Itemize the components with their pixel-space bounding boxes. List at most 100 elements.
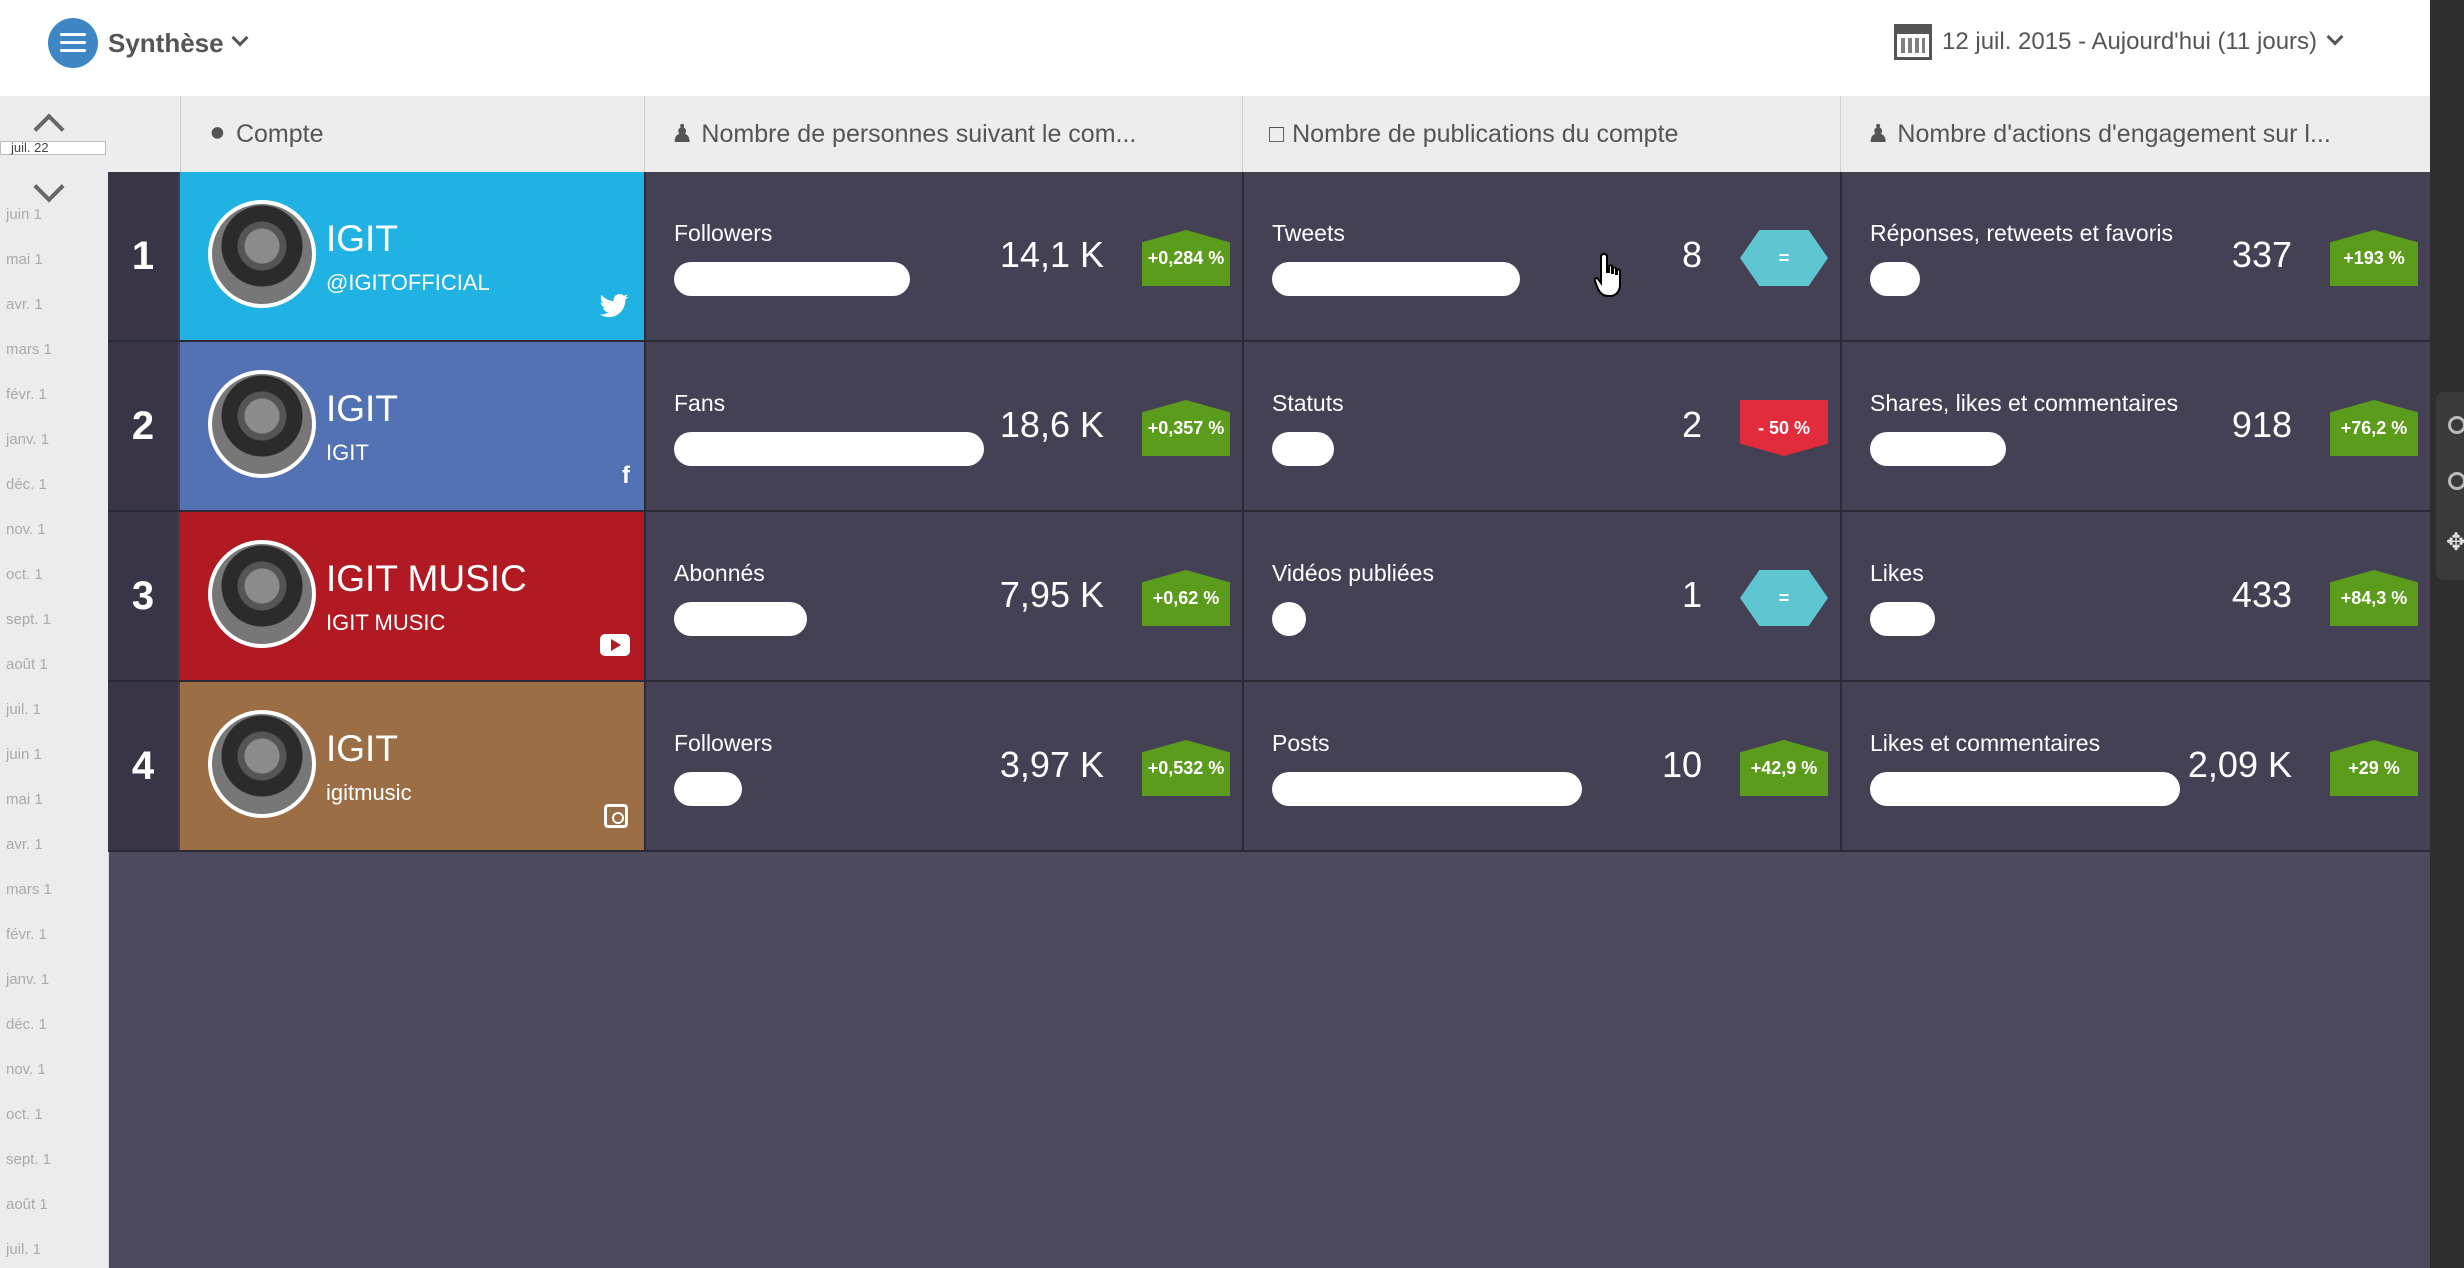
timeline-month-label: oct. 1 — [6, 1106, 43, 1123]
timeline-current-date: juil. 22 — [0, 141, 106, 155]
timeline-month-label: janv. 1 — [6, 431, 50, 448]
zoom-out-icon[interactable] — [2448, 472, 2464, 490]
zoom-in-icon[interactable] — [2448, 416, 2464, 434]
metric-bar — [674, 262, 910, 296]
account-cell[interactable]: IGIT IGIT f — [180, 342, 644, 510]
metric-cell-posts: Posts 10 +42,9 % — [1242, 682, 1840, 850]
right-edge-panel — [2430, 0, 2464, 1268]
account-cell[interactable]: IGIT igitmusic — [180, 682, 644, 850]
metric-cell-followers: Fans 18,6 K +0,357 % — [644, 342, 1242, 510]
change-badge[interactable]: +0,357 % — [1142, 400, 1230, 456]
metric-label: Followers — [674, 220, 773, 246]
hand-cursor-icon — [1594, 252, 1621, 297]
change-badge[interactable]: +193 % — [2330, 230, 2418, 286]
move-icon[interactable]: ✥ — [2446, 528, 2464, 557]
metric-label: Fans — [674, 390, 726, 416]
youtube-icon — [600, 634, 630, 656]
metric-cell-posts: Statuts 2 - 50 % — [1242, 342, 1840, 510]
timeline-down-arrow-icon[interactable] — [33, 171, 65, 203]
metric-label: Réponses, retweets et favoris — [1870, 220, 2173, 246]
account-cell[interactable]: IGIT @IGITOFFICIAL — [180, 172, 644, 340]
table-row[interactable]: 3 IGIT MUSIC IGIT MUSIC Abonnés 7,95 K +0,62 … — [108, 512, 2430, 682]
metric-cell-followers: Followers 3,97 K +0,532 % — [644, 682, 1242, 850]
account-cell[interactable]: IGIT MUSIC IGIT MUSIC — [180, 512, 644, 680]
account-icon: ⚫ — [207, 120, 228, 148]
change-badge[interactable]: +0,284 % — [1142, 230, 1230, 286]
change-badge[interactable]: = — [1740, 230, 1828, 286]
top-bar: Synthèse 12 juil. 2015 - Aujourd'hui (11… — [0, 0, 2430, 96]
account-name: IGIT — [326, 728, 398, 769]
account-name: IGIT — [326, 388, 398, 429]
view-menu-label: Synthèse — [108, 27, 224, 58]
timeline-month-label: avr. 1 — [6, 296, 43, 313]
metric-label: Followers — [674, 730, 773, 756]
metric-label: Likes — [1870, 560, 1924, 586]
metric-value: 337 — [2231, 234, 2292, 275]
comment-icon: □ — [1269, 120, 1285, 148]
timeline-month-label: févr. 1 — [6, 926, 47, 943]
chevron-down-icon — [231, 29, 249, 47]
metric-value: 3,97 K — [999, 744, 1104, 785]
change-badge[interactable]: +76,2 % — [2330, 400, 2418, 456]
timeline-month-label: sept. 1 — [6, 611, 52, 628]
metric-label: Statuts — [1272, 390, 1344, 416]
account-handle: igitmusic — [326, 780, 412, 805]
account-handle: @IGITOFFICIAL — [326, 270, 490, 295]
list-icon — [48, 18, 98, 68]
date-range-picker[interactable]: 12 juil. 2015 - Aujourd'hui (11 jours) — [1894, 24, 2344, 60]
metric-bar — [1272, 432, 1334, 466]
column-header-account[interactable]: ⚫ Compte — [180, 96, 644, 172]
calendar-icon — [1894, 24, 1932, 60]
column-header-engagement[interactable]: ♟ Nombre d'actions d'engagement sur l... — [1840, 96, 2430, 172]
timeline-month-label: mars 1 — [6, 341, 52, 358]
timeline-month-label: déc. 1 — [6, 1016, 47, 1033]
timeline-month-label: mars 1 — [6, 881, 52, 898]
rank-number: 1 — [108, 172, 178, 340]
metric-bar — [1870, 772, 2180, 806]
change-badge[interactable]: +29 % — [2330, 740, 2418, 796]
change-badge[interactable]: - 50 % — [1740, 400, 1828, 456]
change-badge[interactable]: +0,532 % — [1142, 740, 1230, 796]
change-badge[interactable]: = — [1740, 570, 1828, 626]
timeline-month-label: août 1 — [6, 656, 48, 673]
metric-cell-engagement: Likes 433 +84,3 % — [1840, 512, 2430, 680]
change-badge[interactable]: +42,9 % — [1740, 740, 1828, 796]
avatar — [208, 710, 316, 818]
timeline-month-label: janv. 1 — [6, 971, 50, 988]
metric-cell-engagement: Likes et commentaires 2,09 K +29 % — [1840, 682, 2430, 850]
metric-value: 8 — [1681, 234, 1702, 275]
timeline-month-label: juin 1 — [6, 206, 42, 223]
metric-cell-engagement: Shares, likes et commentaires 918 +76,2 % — [1840, 342, 2430, 510]
metric-label: Likes et commentaires — [1870, 730, 2101, 756]
metric-bar — [1870, 602, 1935, 636]
chevron-down-icon — [2326, 28, 2344, 46]
metric-bar — [674, 432, 984, 466]
table-row[interactable]: 4 IGIT igitmusic Followers 3,97 K +0,532 % Pos… — [108, 682, 2430, 852]
timeline-scroller[interactable]: juil. 22 juin 1 mai 1 avr. 1 mars 1 févr. 1 j… — [0, 96, 109, 1268]
timeline-month-label: juin 1 — [6, 746, 42, 763]
metric-label: Tweets — [1272, 220, 1345, 246]
metric-bar — [1272, 262, 1520, 296]
person-icon: ♟ — [671, 120, 694, 148]
view-menu-button[interactable]: Synthèse — [48, 18, 249, 68]
column-header-followers[interactable]: ♟ Nombre de personnes suivant le com... — [644, 96, 1242, 172]
timeline-month-label: juil. 1 — [6, 1241, 42, 1258]
metric-cell-followers: Abonnés 7,95 K +0,62 % — [644, 512, 1242, 680]
timeline-month-label: mai 1 — [6, 251, 43, 268]
avatar — [208, 540, 316, 648]
timeline-month-label: avr. 1 — [6, 836, 43, 853]
avatar — [208, 200, 316, 308]
metric-value: 2,09 K — [2187, 744, 2292, 785]
metric-bar — [674, 602, 807, 636]
metric-value: 7,95 K — [999, 574, 1104, 615]
change-badge[interactable]: +84,3 % — [2330, 570, 2418, 626]
timeline-month-label: mai 1 — [6, 791, 43, 808]
table-row[interactable]: 2 IGIT IGIT f Fans 18,6 K +0,357 % Statuts 2 - 50… — [108, 342, 2430, 512]
metric-cell-engagement: Réponses, retweets et favoris 337 +193 % — [1840, 172, 2430, 340]
change-badge[interactable]: +0,62 % — [1142, 570, 1230, 626]
table-row[interactable]: 1 IGIT @IGITOFFICIAL Followers 14,1 K +0,284 … — [108, 172, 2430, 342]
facebook-icon: f — [622, 462, 630, 489]
metric-bar — [1272, 602, 1306, 636]
timeline-month-label: août 1 — [6, 1196, 48, 1213]
column-header-posts[interactable]: □ Nombre de publications du compte — [1242, 96, 1840, 172]
